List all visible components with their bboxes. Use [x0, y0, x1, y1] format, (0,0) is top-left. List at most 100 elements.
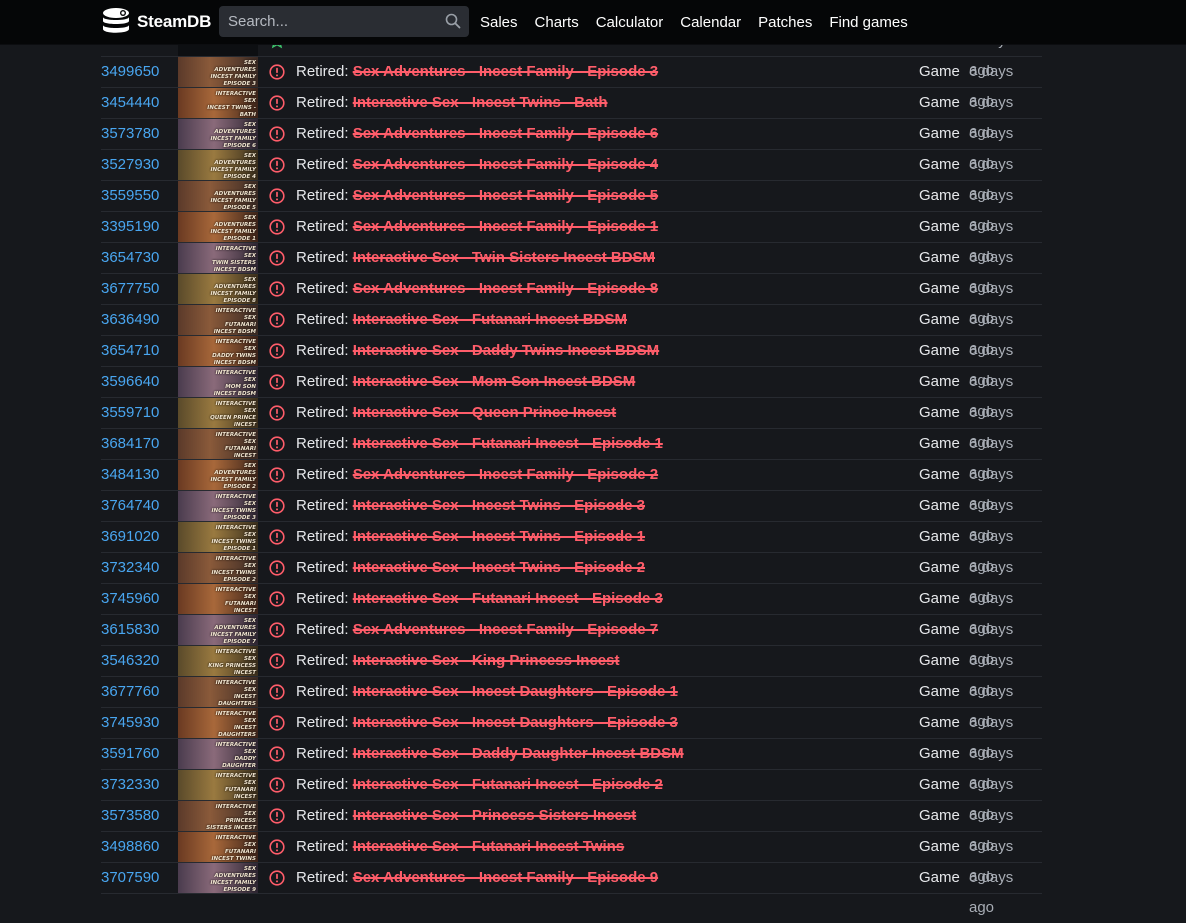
- app-name-link[interactable]: Interactive Sex - Mom Son Incest BDSM: [353, 373, 636, 390]
- app-thumbnail[interactable]: INTERACTIVE SEX FUTANARI INCEST EPISODE …: [178, 429, 258, 459]
- app-name-link[interactable]: Interactive Sex - King Princess Incest: [353, 652, 620, 669]
- app-name-link[interactable]: Interactive Sex - Futanari Incest - Epis…: [353, 435, 663, 452]
- app-thumbnail[interactable]: SEX ADVENTURES INCEST FAMILY EPISODE 3: [178, 57, 258, 87]
- app-id-link[interactable]: 3691020: [101, 522, 159, 552]
- app-type: Game: [919, 869, 960, 886]
- nav-patches[interactable]: Patches: [758, 14, 812, 31]
- app-id-link[interactable]: 3684170: [101, 429, 159, 459]
- app-thumbnail[interactable]: INTERACTIVE SEX PRINCESS SISTERS INCEST: [178, 801, 258, 831]
- app-id-link[interactable]: 3677760: [101, 677, 159, 707]
- app-thumbnail[interactable]: SEX ADVENTURES INCEST FAMILY EPISODE 8: [178, 274, 258, 304]
- thumbnail-caption: INTERACTIVE SEX FUTANARI INCEST EPISODE …: [215, 587, 256, 614]
- app-thumbnail[interactable]: INTERACTIVE SEX INCEST TWINS EPISODE 3: [178, 491, 258, 521]
- app-name-link[interactable]: Interactive Sex - Futanari Incest BDSM: [353, 311, 627, 328]
- app-id-link[interactable]: 3573580: [101, 801, 159, 831]
- change-prefix: Retired:: [296, 466, 349, 483]
- app-id-link[interactable]: 3764740: [101, 491, 159, 521]
- app-name-link[interactable]: Interactive Sex - Queen Prince Incest: [353, 404, 616, 421]
- app-thumbnail[interactable]: INTERACTIVE SEX FUTANARI INCEST BDSM: [178, 305, 258, 335]
- app-name-link[interactable]: Sex Adventures - Incest Family - Episode…: [353, 125, 658, 142]
- app-id-link[interactable]: 3654730: [101, 243, 159, 273]
- app-id-link[interactable]: 3527930: [101, 150, 159, 180]
- app-thumbnail[interactable]: SEX ADVENTURES INCEST FAMILY EPISODE 2: [178, 460, 258, 490]
- app-thumbnail[interactable]: SEX ADVENTURES INCEST FAMILY EPISODE 1: [178, 212, 258, 242]
- app-thumbnail[interactable]: INTERACTIVE SEX DADDY TWINS INCEST BDSM: [178, 336, 258, 366]
- table-row: 3615830 SEX ADVENTURES INCEST FAMILY EPI…: [101, 615, 1042, 668]
- app-id-link[interactable]: 3573780: [101, 119, 159, 149]
- nav-calculator[interactable]: Calculator: [596, 14, 664, 31]
- app-thumbnail[interactable]: INTERACTIVE SEX INCEST DAUGHTERS EPISODE…: [178, 677, 258, 707]
- change-description: Retired: Interactive Sex - King Princess…: [296, 646, 619, 676]
- change-prefix: Retired:: [296, 218, 349, 235]
- app-id-link[interactable]: 3615830: [101, 615, 159, 645]
- app-thumbnail[interactable]: SEX ADVENTURES INCEST FAMILY EPISODE 6: [178, 119, 258, 149]
- app-name-link[interactable]: Interactive Sex - Futanari Incest Twins: [353, 838, 624, 855]
- app-name-link[interactable]: Interactive Sex - Futanari Incest - Epis…: [353, 776, 663, 793]
- app-thumbnail[interactable]: SEX ADVENTURES INCEST FAMILY EPISODE 7: [178, 615, 258, 645]
- app-id-link[interactable]: 3484130: [101, 460, 159, 490]
- site-brand[interactable]: SteamDB: [101, 6, 211, 38]
- app-id-link[interactable]: 3677750: [101, 274, 159, 304]
- thumbnail-caption: INTERACTIVE SEX FUTANARI INCEST TWINS: [211, 835, 257, 862]
- app-name-link[interactable]: Interactive Sex - Incest Twins - Episode…: [353, 497, 645, 514]
- app-name-link[interactable]: Interactive Sex - Daddy Daughter Incest …: [353, 745, 684, 762]
- app-thumbnail[interactable]: INTERACTIVE SEX INCEST TWINS EPISODE 2: [178, 553, 258, 583]
- app-thumbnail[interactable]: INTERACTIVE SEX INCEST TWINS EPISODE 1: [178, 522, 258, 552]
- app-thumbnail[interactable]: INTERACTIVE SEX QUEEN PRINCE INCEST: [178, 398, 258, 428]
- search-input[interactable]: [219, 6, 439, 37]
- app-name-link[interactable]: Sex Adventures - Incest Family - Episode…: [353, 621, 658, 638]
- app-id-link[interactable]: 3591760: [101, 739, 159, 769]
- app-name-link[interactable]: Sex Adventures - Incest Family - Episode…: [353, 63, 658, 80]
- nav-find-games[interactable]: Find games: [829, 14, 907, 31]
- app-thumbnail[interactable]: INTERACTIVE SEX INCEST DAUGHTERS EPISODE…: [178, 708, 258, 738]
- app-thumbnail[interactable]: SEX ADVENTURES INCEST FAMILY EPISODE 9: [178, 863, 258, 893]
- app-name-link[interactable]: Interactive Sex - Incest Daughters - Epi…: [353, 714, 678, 731]
- app-id-link[interactable]: 3654710: [101, 336, 159, 366]
- app-id-link[interactable]: 3546320: [101, 646, 159, 676]
- app-name-link[interactable]: Interactive Sex - Princess Sisters Inces…: [353, 807, 636, 824]
- app-name-link[interactable]: Interactive Sex - Incest Twins - Episode…: [353, 528, 645, 545]
- change-description: Retired: Interactive Sex - Incest Twins …: [296, 88, 608, 118]
- nav-charts[interactable]: Charts: [535, 14, 579, 31]
- app-name-link[interactable]: Sex Adventures - Incest Family - Episode…: [353, 466, 658, 483]
- app-name-link[interactable]: Interactive Sex - Incest Twins - Episode…: [353, 559, 645, 576]
- app-name-link[interactable]: Sex Adventures - Incest Family - Episode…: [353, 156, 658, 173]
- app-id-link[interactable]: 3745930: [101, 708, 159, 738]
- app-id-link[interactable]: 3454440: [101, 88, 159, 118]
- app-id-link[interactable]: 3498860: [101, 832, 159, 862]
- app-name-link[interactable]: Interactive Sex - Futanari Incest - Epis…: [353, 590, 663, 607]
- app-name-link[interactable]: Sex Adventures - Incest Family - Episode…: [353, 869, 658, 886]
- nav-calendar[interactable]: Calendar: [680, 14, 741, 31]
- app-thumbnail[interactable]: INTERACTIVE SEX INCEST TWINS - BATH: [178, 88, 258, 118]
- app-id-link[interactable]: 3499650: [101, 57, 159, 87]
- app-thumbnail[interactable]: SEX ADVENTURES INCEST FAMILY EPISODE 4: [178, 150, 258, 180]
- app-name-link[interactable]: Interactive Sex - Incest Twins - Bath: [353, 94, 608, 111]
- app-id-link[interactable]: 3707590: [101, 863, 159, 893]
- app-id-link[interactable]: 3596640: [101, 367, 159, 397]
- app-id-link[interactable]: 3559550: [101, 181, 159, 211]
- app-id-link[interactable]: 3732330: [101, 770, 159, 800]
- app-id-link[interactable]: 3559710: [101, 398, 159, 428]
- app-id-link[interactable]: 3395190: [101, 212, 159, 242]
- app-thumbnail[interactable]: INTERACTIVE SEX FUTANARI INCEST EPISODE …: [178, 770, 258, 800]
- app-name-link[interactable]: Interactive Sex - Daddy Twins Incest BDS…: [353, 342, 659, 359]
- app-thumbnail[interactable]: SEX ADVENTURES INCEST FAMILY EPISODE 5: [178, 181, 258, 211]
- app-thumbnail[interactable]: INTERACTIVE SEX MOM SON INCEST BDSM: [178, 367, 258, 397]
- search-icon[interactable]: [445, 13, 461, 29]
- app-id-link[interactable]: 3732340: [101, 553, 159, 583]
- retired-alert-icon: [269, 498, 285, 514]
- app-name-link[interactable]: Sex Adventures - Incest Family - Episode…: [353, 280, 658, 297]
- app-thumbnail[interactable]: INTERACTIVE SEX FUTANARI INCEST EPISODE …: [178, 584, 258, 614]
- app-name-link[interactable]: Sex Adventures - Incest Family - Episode…: [353, 187, 658, 204]
- app-id-link[interactable]: 3636490: [101, 305, 159, 335]
- app-id-link[interactable]: 3745960: [101, 584, 159, 614]
- table-row: 3527930 SEX ADVENTURES INCEST FAMILY EPI…: [101, 150, 1042, 203]
- app-name-link[interactable]: Sex Adventures - Incest Family - Episode…: [353, 218, 658, 235]
- app-name-link[interactable]: Interactive Sex - Twin Sisters Incest BD…: [353, 249, 655, 266]
- app-thumbnail[interactable]: INTERACTIVE SEX DADDY DAUGHTER INCEST BD…: [178, 739, 258, 769]
- nav-sales[interactable]: Sales: [480, 14, 518, 31]
- app-name-link[interactable]: Interactive Sex - Incest Daughters - Epi…: [353, 683, 678, 700]
- app-thumbnail[interactable]: INTERACTIVE SEX KING PRINCESS INCEST: [178, 646, 258, 676]
- app-thumbnail[interactable]: INTERACTIVE SEX FUTANARI INCEST TWINS: [178, 832, 258, 862]
- app-thumbnail[interactable]: INTERACTIVE SEX TWIN SISTERS INCEST BDSM: [178, 243, 258, 273]
